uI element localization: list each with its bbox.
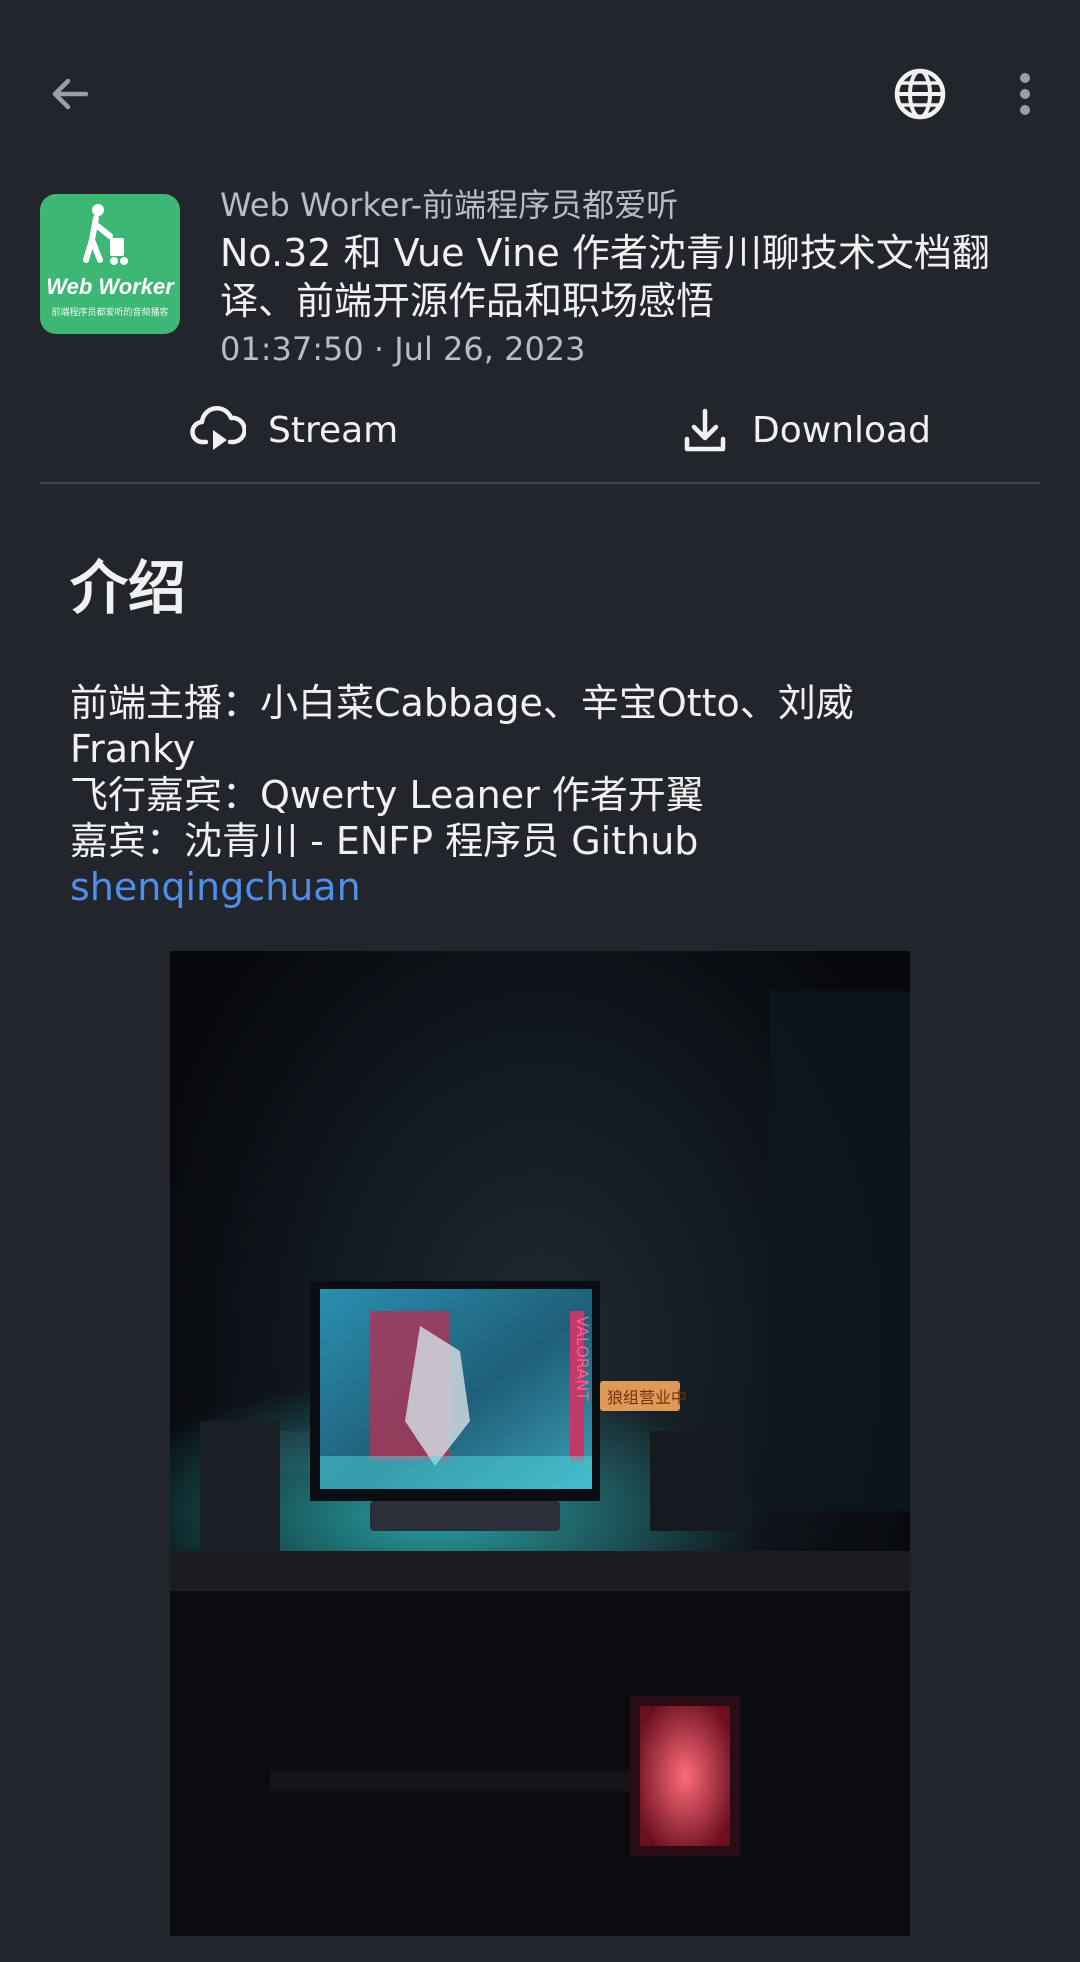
episode-meta-block: Web Worker-前端程序员都爱听 No.32 和 Vue Vine 作者沈… (220, 185, 1050, 369)
description-line-flight-guest: 飞行嘉宾：Qwerty Leaner 作者开翼 (70, 773, 704, 817)
description-line-hosts: 前端主播：小白菜Cabbage、辛宝Otto、刘威 (70, 681, 854, 725)
episode-date: Jul 26, 2023 (394, 330, 586, 368)
back-button[interactable] (36, 60, 104, 128)
stream-label: Stream (268, 409, 399, 451)
download-label: Download (752, 409, 931, 451)
description-line-hosts-cont: Franky (70, 727, 196, 771)
description-heading: 介绍 (70, 554, 187, 622)
description-body: 前端主播：小白菜Cabbage、辛宝Otto、刘威 Franky 飞行嘉宾：Qw… (70, 680, 1030, 910)
neon-sign-text: 狼组营业中 (607, 1388, 687, 1407)
top-app-bar (0, 0, 1080, 175)
artwork-subtitle: 前端程序员都爱听的音频播客 (51, 308, 169, 318)
episode-duration-date: 01:37:50 · Jul 26, 2023 (220, 329, 1050, 369)
download-icon (684, 408, 726, 452)
episode-header: Web Worker 前端程序员都爱听的音频播客 Web Worker-前端程序… (40, 185, 1040, 368)
person-with-cart-icon (83, 204, 128, 265)
download-button[interactable]: Download (680, 385, 931, 475)
cloud-play-icon (190, 406, 246, 450)
header-divider (40, 482, 1040, 484)
github-link[interactable]: shenqingchuan (70, 864, 1030, 910)
open-website-button[interactable] (882, 56, 958, 132)
globe-icon (894, 68, 946, 120)
episode-duration: 01:37:50 (220, 330, 364, 368)
podcast-artwork[interactable]: Web Worker 前端程序员都爱听的音频播客 (40, 194, 180, 334)
more-options-button[interactable] (1000, 56, 1050, 132)
episode-title: No.32 和 Vue Vine 作者沈青川聊技术文档翻译、前端开源作品和职场感… (220, 231, 990, 323)
description-image: VALORANT 狼组营业中 (170, 951, 910, 1936)
podcast-name[interactable]: Web Worker-前端程序员都爱听 (220, 185, 1050, 225)
monitor-text: VALORANT (573, 1316, 592, 1401)
episode-actions: Stream Download (40, 385, 1040, 475)
more-vertical-icon (1020, 73, 1030, 115)
desk-setup-photo: VALORANT 狼组营业中 (170, 951, 910, 1936)
arrow-left-icon (52, 78, 89, 110)
episode-description: 介绍 前端主播：小白菜Cabbage、辛宝Otto、刘威 Franky 飞行嘉宾… (70, 548, 1030, 910)
description-line-guest: 嘉宾：沈青川 - ENFP 程序员 Github (70, 819, 699, 863)
meta-separator: · (363, 330, 395, 368)
stream-button[interactable]: Stream (190, 385, 398, 475)
artwork-title: Web Worker (46, 274, 174, 299)
